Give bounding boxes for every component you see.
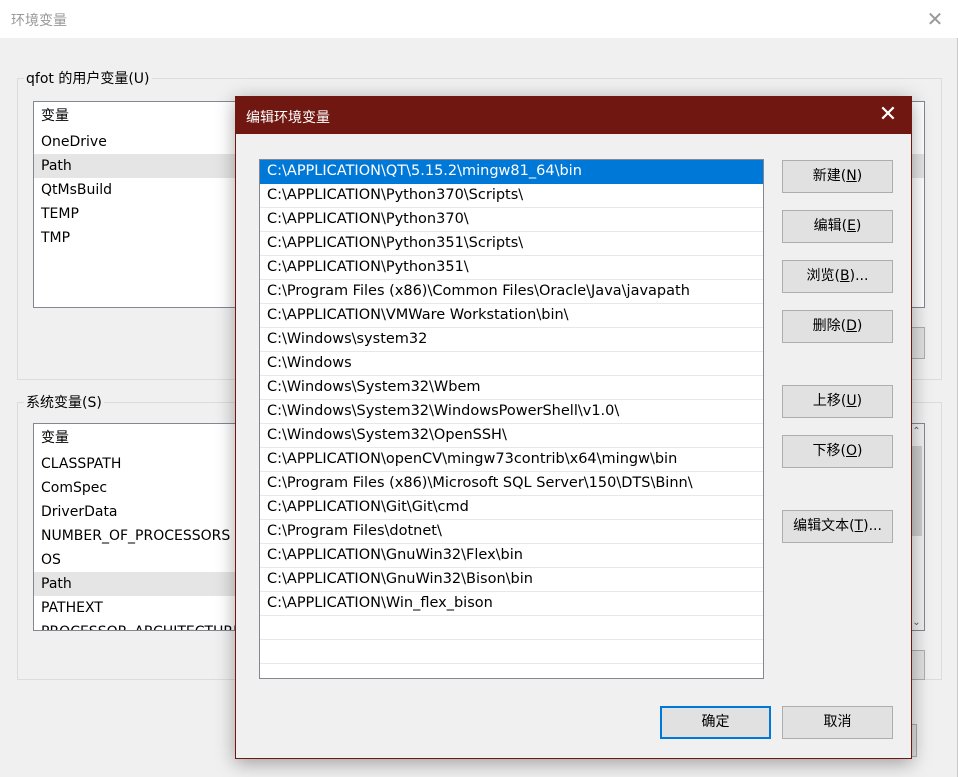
path-entry-row[interactable] [260, 640, 763, 664]
path-entry-row[interactable]: C:\APPLICATION\Git\Git\cmd [260, 496, 763, 520]
dialog-title: 编辑环境变量 [246, 110, 330, 126]
path-entry-row[interactable]: C:\APPLICATION\VMWare Workstation\bin\ [260, 304, 763, 328]
window-titlebar: 环境变量 ✕ [0, 0, 958, 38]
path-entries-list[interactable]: C:\APPLICATION\QT\5.15.2\mingw81_64\bin C… [259, 159, 764, 679]
browse-button[interactable]: 浏览(B)... [782, 260, 893, 293]
cancel-button[interactable]: 取消 [782, 706, 893, 739]
path-entry-row[interactable]: C:\APPLICATION\QT\5.15.2\mingw81_64\bin [260, 160, 763, 184]
window-close-icon[interactable]: ✕ [912, 0, 958, 38]
path-entry-row[interactable]: C:\APPLICATION\GnuWin32\Flex\bin [260, 544, 763, 568]
user-variables-label: qfot 的用户变量(U) [24, 68, 152, 88]
ok-button[interactable]: 确定 [660, 706, 771, 739]
window-title: 环境变量 [11, 13, 67, 29]
scroll-thumb[interactable] [911, 446, 922, 536]
system-variables-label: 系统变量(S) [24, 392, 104, 412]
path-entry-row[interactable] [260, 616, 763, 640]
path-entry-row[interactable]: C:\Program Files\dotnet\ [260, 520, 763, 544]
new-button[interactable]: 新建(N) [782, 160, 893, 193]
edit-environment-variable-dialog: 编辑环境变量 ✕ C:\APPLICATION\QT\5.15.2\mingw8… [235, 96, 912, 759]
edit-text-button[interactable]: 编辑文本(T)... [782, 510, 893, 543]
path-entry-row[interactable]: C:\APPLICATION\Python370\ [260, 208, 763, 232]
path-entry-row[interactable]: C:\APPLICATION\GnuWin32\Bison\bin [260, 568, 763, 592]
dialog-close-icon[interactable]: ✕ [865, 97, 911, 134]
path-entry-row[interactable]: C:\Windows [260, 352, 763, 376]
path-entry-row[interactable]: C:\APPLICATION\Python351\Scripts\ [260, 232, 763, 256]
dialog-titlebar: 编辑环境变量 ✕ [236, 97, 911, 134]
path-entry-row[interactable] [260, 664, 763, 678]
path-entry-row[interactable]: C:\Windows\System32\Wbem [260, 376, 763, 400]
path-entry-row[interactable]: C:\Windows\system32 [260, 328, 763, 352]
move-down-button[interactable]: 下移(O) [782, 435, 893, 468]
path-entry-row[interactable]: C:\Program Files (x86)\Common Files\Orac… [260, 280, 763, 304]
path-entry-row[interactable]: C:\APPLICATION\Win_flex_bison [260, 592, 763, 616]
path-entry-row[interactable]: C:\APPLICATION\openCV\mingw73contrib\x64… [260, 448, 763, 472]
path-entry-row[interactable]: C:\APPLICATION\Python370\Scripts\ [260, 184, 763, 208]
edit-button[interactable]: 编辑(E) [782, 210, 893, 243]
path-entry-row[interactable]: C:\APPLICATION\Python351\ [260, 256, 763, 280]
path-entry-row[interactable]: C:\Windows\System32\OpenSSH\ [260, 424, 763, 448]
move-up-button[interactable]: 上移(U) [782, 385, 893, 418]
delete-button[interactable]: 删除(D) [782, 310, 893, 343]
path-entry-row[interactable]: C:\Windows\System32\WindowsPowerShell\v1… [260, 400, 763, 424]
path-entry-row[interactable]: C:\Program Files (x86)\Microsoft SQL Ser… [260, 472, 763, 496]
